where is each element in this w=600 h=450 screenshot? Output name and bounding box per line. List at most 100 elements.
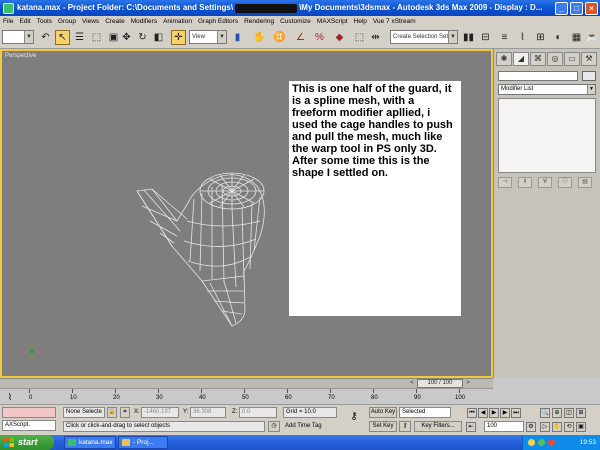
start-button[interactable]: start — [0, 435, 54, 450]
menu-maxscript[interactable]: MAXScript — [317, 18, 348, 25]
zoom-all-icon[interactable]: ⊕ — [552, 408, 562, 418]
add-time-tag[interactable]: Add Time Tag — [285, 423, 322, 429]
minimize-button[interactable]: _ — [555, 1, 568, 15]
material-editor-icon[interactable]: ◐ — [551, 30, 566, 45]
modifier-stack[interactable] — [498, 98, 596, 173]
key-filters-button[interactable]: Key Filters... — [414, 421, 462, 432]
field-of-view-icon[interactable]: ▷ — [540, 422, 550, 432]
maxscript-listener-top[interactable] — [2, 407, 56, 418]
use-pivot-center-icon[interactable]: ▮ — [230, 30, 245, 45]
zoom-extents-all-icon[interactable]: ⊞ — [576, 408, 586, 418]
mini-curve-editor-icon[interactable]: ⌇ — [3, 391, 17, 403]
tray-icon[interactable] — [528, 439, 535, 446]
select-by-name-icon[interactable]: ☰ — [72, 30, 87, 45]
tray-icon[interactable] — [538, 439, 545, 446]
named-selection-set-dropdown[interactable]: Create Selection Set ▼ — [390, 30, 458, 44]
time-slider-thumb[interactable]: 100 / 100 — [417, 379, 463, 388]
menu-edit[interactable]: Edit — [19, 18, 30, 25]
go-to-end-icon[interactable]: ⏭ — [511, 408, 521, 418]
menu-create[interactable]: Create — [105, 18, 125, 25]
mirror-icon[interactable]: ⇹ — [368, 30, 383, 45]
menu-animation[interactable]: Animation — [163, 18, 192, 25]
select-move-icon[interactable]: ✥ — [119, 30, 134, 45]
perspective-viewport[interactable]: Perspective This is one half of the guar… — [0, 49, 493, 378]
time-configuration-icon[interactable]: ⚙ — [526, 422, 536, 432]
next-frame-icon[interactable]: ▶ — [500, 408, 510, 418]
undo-icon[interactable]: ↶ — [38, 30, 53, 45]
mirror-tool-icon[interactable]: ▮▮ — [461, 30, 476, 45]
default-key-icon[interactable]: ⚷ — [344, 412, 364, 423]
menu-modifiers[interactable]: Modifiers — [131, 18, 157, 25]
reference-coordinate-dropdown[interactable]: View ▼ — [189, 30, 227, 44]
menu-customize[interactable]: Customize — [280, 18, 311, 25]
menu-file[interactable]: File — [3, 18, 13, 25]
pivot-transform-icon[interactable]: ✛ — [171, 30, 186, 45]
tray-icon[interactable] — [548, 439, 555, 446]
configure-sets-icon[interactable]: ▤ — [578, 177, 592, 188]
select-object-icon[interactable]: ↖ — [55, 30, 70, 45]
y-coordinate-field[interactable]: 36.308 — [190, 407, 226, 418]
zoom-icon[interactable]: 🔍 — [540, 408, 550, 418]
absolute-mode-icon[interactable]: ⌗ — [120, 407, 130, 418]
play-icon[interactable]: ▶ — [489, 408, 499, 418]
pan-view-icon[interactable]: ✋ — [552, 422, 562, 432]
time-tag-icon[interactable]: ◷ — [268, 421, 280, 432]
menu-group[interactable]: Group — [58, 18, 76, 25]
guard-wireframe-mesh[interactable] — [132, 151, 302, 391]
orbit-icon[interactable]: ⟲ — [564, 422, 574, 432]
select-manipulate-icon[interactable]: ✋ — [252, 30, 267, 45]
modify-tab-icon[interactable]: ◢ — [513, 52, 529, 66]
prev-frame-icon[interactable]: < — [407, 379, 417, 388]
menu-help[interactable]: Help — [354, 18, 367, 25]
edit-named-selection-icon[interactable]: ⬚ — [352, 30, 367, 45]
modifier-list-dropdown[interactable]: Modifier List ▼ — [498, 84, 596, 95]
close-button[interactable]: × — [585, 1, 598, 15]
track-bar[interactable]: ⌇ 0 10 20 30 40 50 60 70 80 90 100 — [0, 388, 493, 404]
set-keys-icon[interactable]: ⚷ — [399, 421, 411, 432]
align-icon[interactable]: ⊟ — [478, 30, 493, 45]
menu-tools[interactable]: Tools — [37, 18, 52, 25]
taskbar-item-project[interactable]: - Proj... — [118, 436, 168, 449]
x-coordinate-field[interactable]: -1460.197 — [141, 407, 179, 418]
create-tab-icon[interactable]: ✱ — [496, 52, 512, 66]
render-icon[interactable]: ☕ — [585, 30, 600, 45]
set-key-button[interactable]: Set Key — [369, 421, 397, 432]
rect-selection-icon[interactable]: ⬚ — [89, 30, 104, 45]
time-slider[interactable]: < 100 / 100 > — [0, 378, 493, 388]
remove-modifier-icon[interactable]: ⓘ — [558, 177, 572, 188]
select-rotate-icon[interactable]: ↻ — [135, 30, 150, 45]
frame-ruler[interactable]: 0 10 20 30 40 50 60 70 80 90 100 — [29, 389, 489, 405]
snaps-toggle-icon[interactable]: ♊ — [272, 30, 287, 45]
lock-selection-icon[interactable]: 🔒 — [107, 407, 117, 418]
curve-editor-icon[interactable]: ⌇ — [515, 30, 530, 45]
next-frame-icon[interactable]: > — [463, 379, 473, 388]
menu-graph-editors[interactable]: Graph Editors — [198, 18, 238, 25]
auto-key-button[interactable]: Auto Key — [369, 407, 397, 418]
utilities-tab-icon[interactable]: ⚒ — [581, 52, 597, 66]
show-end-result-icon[interactable]: ‖ — [518, 177, 532, 188]
maximize-button[interactable]: □ — [570, 1, 583, 15]
layer-manager-icon[interactable]: ≡ — [497, 30, 512, 45]
pin-stack-icon[interactable]: ⊣ — [498, 177, 512, 188]
menu-rendering[interactable]: Rendering — [244, 18, 274, 25]
make-unique-icon[interactable]: ∀ — [538, 177, 552, 188]
menu-vue-xstream[interactable]: Vue 7 xStream — [373, 18, 416, 25]
maximize-viewport-icon[interactable]: ▣ — [576, 422, 586, 432]
viewport-label[interactable]: Perspective — [5, 53, 36, 59]
schematic-view-icon[interactable]: ⊞ — [533, 30, 548, 45]
object-color-swatch[interactable] — [582, 71, 596, 81]
maxscript-listener-field[interactable]: AXScript. — [2, 420, 56, 431]
go-to-start-icon[interactable]: ⏮ — [467, 408, 477, 418]
taskbar-item-katana[interactable]: katana.max — [64, 436, 116, 449]
key-mode-toggle-icon[interactable]: ⇤ — [466, 422, 476, 432]
render-setup-icon[interactable]: ▦ — [569, 30, 584, 45]
zoom-extents-icon[interactable]: ◫ — [564, 408, 574, 418]
angle-snap-icon[interactable]: ∠ — [293, 30, 308, 45]
selection-filter-dropdown[interactable]: ▼ — [2, 30, 34, 44]
previous-frame-icon[interactable]: ◀ — [478, 408, 488, 418]
z-coordinate-field[interactable]: 0.0 — [239, 407, 277, 418]
hierarchy-tab-icon[interactable]: ⌘ — [530, 52, 546, 66]
object-name-field[interactable] — [498, 71, 578, 81]
motion-tab-icon[interactable]: ◎ — [547, 52, 563, 66]
percent-snap-icon[interactable]: % — [312, 30, 327, 45]
